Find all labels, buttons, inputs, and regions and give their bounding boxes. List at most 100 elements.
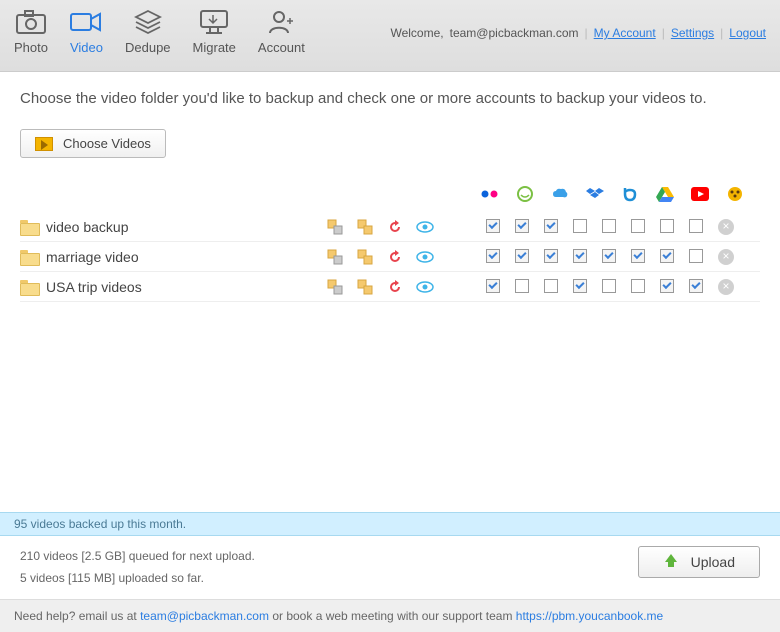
provider-checks: × [486,279,734,295]
check-other[interactable] [689,249,703,263]
person-icon [265,8,297,36]
user-email: team@picbackman.com [450,26,579,40]
tab-account[interactable]: Account [258,8,305,55]
tab-dedupe[interactable]: Dedupe [125,8,171,55]
copy2-icon[interactable] [356,278,374,296]
check-google-drive[interactable] [631,219,645,233]
tab-migrate-label: Migrate [193,40,236,55]
check-other[interactable] [689,279,703,293]
watch-icon[interactable] [416,218,434,236]
copy2-icon[interactable] [356,248,374,266]
check-flickr[interactable] [486,219,500,233]
check-dropbox[interactable] [573,219,587,233]
main-tabs: Photo Video Dedupe Migrate Account [14,8,305,55]
check-flickr[interactable] [486,279,500,293]
check-skydrive[interactable] [544,279,558,293]
queue-line1: 210 videos [2.5 GB] queued for next uplo… [20,546,255,568]
check-box[interactable] [602,249,616,263]
folder-name: marriage video [46,249,326,265]
upload-button-label: Upload [691,554,735,570]
check-youtube[interactable] [660,219,674,233]
welcome-text: Welcome, [390,26,443,40]
copy1-icon[interactable] [326,218,344,236]
undo-icon[interactable] [386,248,404,266]
upload-info: 210 videos [2.5 GB] queued for next uplo… [20,546,255,589]
row-actions [326,218,466,236]
copy2-icon[interactable] [356,218,374,236]
tab-video[interactable]: Video [70,8,103,55]
undo-icon[interactable] [386,218,404,236]
check-box[interactable] [602,279,616,293]
queue-line2: 5 videos [115 MB] uploaded so far. [20,568,255,590]
migrate-icon [198,8,230,36]
folder-icon [20,250,38,264]
footer-prefix: Need help? email us at [14,609,140,623]
check-dropbox[interactable] [573,249,587,263]
folder-icon [20,220,38,234]
video-icon [70,8,102,36]
watch-icon[interactable] [416,248,434,266]
row-actions [326,278,466,296]
settings-link[interactable]: Settings [671,26,714,40]
skydrive-icon [550,184,570,204]
check-smugmug[interactable] [515,249,529,263]
check-youtube[interactable] [660,249,674,263]
folder-list: video backup×marriage video×USA trip vid… [20,212,760,302]
check-smugmug[interactable] [515,219,529,233]
check-smugmug[interactable] [515,279,529,293]
instruction-text: Choose the video folder you'd like to ba… [20,90,760,107]
choose-videos-button[interactable]: Choose Videos [20,129,166,158]
tab-migrate[interactable]: Migrate [193,8,236,55]
copy1-icon[interactable] [326,278,344,296]
undo-icon[interactable] [386,278,404,296]
check-youtube[interactable] [660,279,674,293]
youtube-icon [690,184,710,204]
app-header: Photo Video Dedupe Migrate Account [0,0,780,72]
check-skydrive[interactable] [544,219,558,233]
footer-email-link[interactable]: team@picbackman.com [140,609,269,623]
check-dropbox[interactable] [573,279,587,293]
remove-row-button[interactable]: × [718,249,734,265]
remove-row-button[interactable]: × [718,279,734,295]
logout-link[interactable]: Logout [729,26,766,40]
copy1-icon[interactable] [326,248,344,266]
my-account-link[interactable]: My Account [594,26,656,40]
check-google-drive[interactable] [631,279,645,293]
provider-checks: × [486,249,734,265]
footer-mid: or book a web meeting with our support t… [272,609,515,623]
folder-name: USA trip videos [46,279,326,295]
main-content: Choose the video folder you'd like to ba… [0,72,780,512]
remove-row-button[interactable]: × [718,219,734,235]
footer: Need help? email us at team@picbackman.c… [0,599,780,632]
layers-icon [132,8,164,36]
footer-booking-link[interactable]: https://pbm.youcanbook.me [516,609,663,623]
row-actions [326,248,466,266]
choose-videos-label: Choose Videos [63,136,151,151]
tab-account-label: Account [258,40,305,55]
check-other[interactable] [689,219,703,233]
camera-icon [15,8,47,36]
folder-row: video backup × [20,212,760,242]
dropbox-icon [585,184,605,204]
check-flickr[interactable] [486,249,500,263]
upload-section: 210 videos [2.5 GB] queued for next uplo… [0,536,780,599]
tab-dedupe-label: Dedupe [125,40,171,55]
check-skydrive[interactable] [544,249,558,263]
google-drive-icon [655,184,675,204]
status-bar: 95 videos backed up this month. [0,512,780,536]
smugmug-icon [515,184,535,204]
upload-arrow-icon [663,554,679,570]
provider-checks: × [486,219,734,235]
check-box[interactable] [602,219,616,233]
folder-row: USA trip videos × [20,272,760,302]
upload-button[interactable]: Upload [638,546,760,578]
tab-photo[interactable]: Photo [14,8,48,55]
header-user-area: Welcome, team@picbackman.com | My Accoun… [390,8,766,40]
folder-name: video backup [46,219,326,235]
check-google-drive[interactable] [631,249,645,263]
watch-icon[interactable] [416,278,434,296]
tab-photo-label: Photo [14,40,48,55]
other-provider-icon [725,184,745,204]
box-icon [620,184,640,204]
folder-icon [20,280,38,294]
